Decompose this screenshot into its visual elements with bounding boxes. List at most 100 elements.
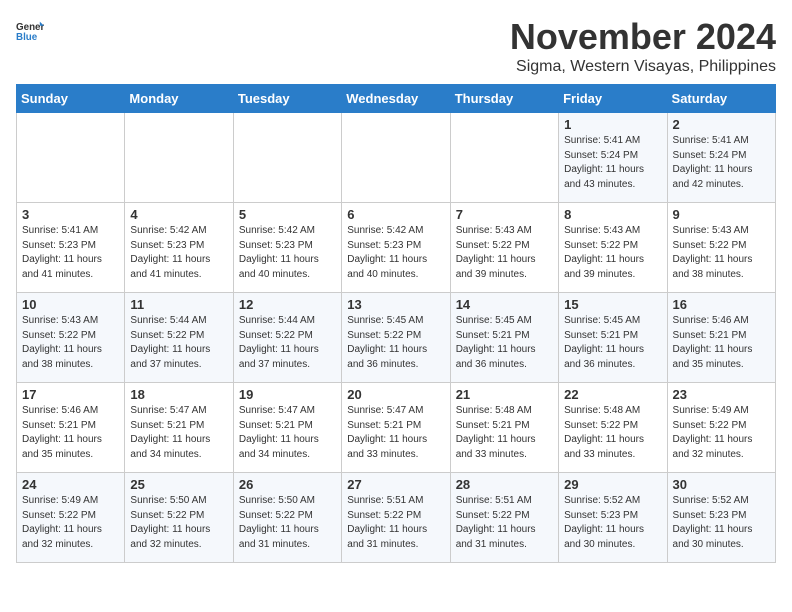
calendar-week-5: 24Sunrise: 5:49 AM Sunset: 5:22 PM Dayli… — [17, 473, 776, 563]
day-number: 28 — [456, 477, 553, 492]
day-info: Sunrise: 5:43 AM Sunset: 5:22 PM Dayligh… — [456, 224, 553, 282]
weekday-header-friday: Friday — [559, 85, 667, 113]
weekday-header-wednesday: Wednesday — [342, 85, 450, 113]
day-number: 26 — [239, 477, 336, 492]
day-number: 17 — [22, 387, 119, 402]
calendar-cell: 9 Sunrise: 5:43 AM Sunset: 5:22 PM Daylig… — [667, 203, 775, 293]
calendar-cell: 25 Sunrise: 5:50 AM Sunset: 5:22 PM Dayli… — [125, 473, 233, 563]
calendar-cell: 24Sunrise: 5:49 AM Sunset: 5:22 PM Dayli… — [17, 473, 125, 563]
day-number: 14 — [456, 297, 553, 312]
day-number: 2 — [673, 117, 770, 132]
day-info: Sunrise: 5:49 AM Sunset: 5:22 PM Dayligh… — [673, 404, 770, 462]
day-info: Sunrise: 5:47 AM Sunset: 5:21 PM Dayligh… — [347, 404, 444, 462]
day-info: Sunrise: 5:51 AM Sunset: 5:22 PM Dayligh… — [347, 494, 444, 552]
calendar-cell: 8 Sunrise: 5:43 AM Sunset: 5:22 PM Daylig… — [559, 203, 667, 293]
weekday-header-saturday: Saturday — [667, 85, 775, 113]
calendar-cell: 1 Sunrise: 5:41 AM Sunset: 5:24 PM Daylig… — [559, 113, 667, 203]
calendar-cell — [450, 113, 558, 203]
day-number: 25 — [130, 477, 227, 492]
day-number: 12 — [239, 297, 336, 312]
calendar-cell: 11 Sunrise: 5:44 AM Sunset: 5:22 PM Dayli… — [125, 293, 233, 383]
calendar-cell: 28 Sunrise: 5:51 AM Sunset: 5:22 PM Dayli… — [450, 473, 558, 563]
day-number: 29 — [564, 477, 661, 492]
calendar-week-4: 17 Sunrise: 5:46 AM Sunset: 5:21 PM Dayli… — [17, 383, 776, 473]
day-number: 15 — [564, 297, 661, 312]
day-info: Sunrise: 5:52 AM Sunset: 5:23 PM Dayligh… — [564, 494, 661, 552]
day-number: 6 — [347, 207, 444, 222]
calendar-cell: 21 Sunrise: 5:48 AM Sunset: 5:21 PM Dayli… — [450, 383, 558, 473]
day-number: 23 — [673, 387, 770, 402]
day-number: 8 — [564, 207, 661, 222]
weekday-header-tuesday: Tuesday — [233, 85, 341, 113]
calendar-week-1: 1 Sunrise: 5:41 AM Sunset: 5:24 PM Daylig… — [17, 113, 776, 203]
day-info: Sunrise: 5:45 AM Sunset: 5:22 PM Dayligh… — [347, 314, 444, 372]
day-info: Sunrise: 5:48 AM Sunset: 5:22 PM Dayligh… — [564, 404, 661, 462]
calendar-cell: 17 Sunrise: 5:46 AM Sunset: 5:21 PM Dayli… — [17, 383, 125, 473]
calendar-cell — [125, 113, 233, 203]
month-title: November 2024 — [510, 16, 776, 58]
day-info: Sunrise: 5:50 AM Sunset: 5:22 PM Dayligh… — [239, 494, 336, 552]
calendar-cell: 4 Sunrise: 5:42 AM Sunset: 5:23 PM Daylig… — [125, 203, 233, 293]
day-number: 16 — [673, 297, 770, 312]
day-info: Sunrise: 5:43 AM Sunset: 5:22 PM Dayligh… — [22, 314, 119, 372]
day-info: Sunrise: 5:52 AM Sunset: 5:23 PM Dayligh… — [673, 494, 770, 552]
calendar-cell: 15 Sunrise: 5:45 AM Sunset: 5:21 PM Dayli… — [559, 293, 667, 383]
calendar-cell: 6 Sunrise: 5:42 AM Sunset: 5:23 PM Daylig… — [342, 203, 450, 293]
day-info: Sunrise: 5:41 AM Sunset: 5:24 PM Dayligh… — [564, 134, 661, 192]
title-block: November 2024 Sigma, Western Visayas, Ph… — [510, 16, 776, 76]
calendar-table: SundayMondayTuesdayWednesdayThursdayFrid… — [16, 84, 776, 563]
day-info: Sunrise: 5:44 AM Sunset: 5:22 PM Dayligh… — [239, 314, 336, 372]
calendar-cell: 13 Sunrise: 5:45 AM Sunset: 5:22 PM Dayli… — [342, 293, 450, 383]
day-number: 13 — [347, 297, 444, 312]
calendar-cell: 12 Sunrise: 5:44 AM Sunset: 5:22 PM Dayli… — [233, 293, 341, 383]
calendar-cell: 3 Sunrise: 5:41 AM Sunset: 5:23 PM Daylig… — [17, 203, 125, 293]
day-number: 9 — [673, 207, 770, 222]
calendar-cell: 23 Sunrise: 5:49 AM Sunset: 5:22 PM Dayli… — [667, 383, 775, 473]
day-number: 3 — [22, 207, 119, 222]
day-info: Sunrise: 5:47 AM Sunset: 5:21 PM Dayligh… — [239, 404, 336, 462]
day-info: Sunrise: 5:43 AM Sunset: 5:22 PM Dayligh… — [564, 224, 661, 282]
day-info: Sunrise: 5:42 AM Sunset: 5:23 PM Dayligh… — [347, 224, 444, 282]
day-number: 18 — [130, 387, 227, 402]
day-number: 19 — [239, 387, 336, 402]
calendar-cell: 29 Sunrise: 5:52 AM Sunset: 5:23 PM Dayli… — [559, 473, 667, 563]
day-number: 21 — [456, 387, 553, 402]
svg-text:Blue: Blue — [16, 32, 38, 43]
weekday-header-thursday: Thursday — [450, 85, 558, 113]
day-info: Sunrise: 5:51 AM Sunset: 5:22 PM Dayligh… — [456, 494, 553, 552]
day-number: 20 — [347, 387, 444, 402]
calendar-cell: 7Sunrise: 5:43 AM Sunset: 5:22 PM Daylig… — [450, 203, 558, 293]
weekday-header-monday: Monday — [125, 85, 233, 113]
day-info: Sunrise: 5:41 AM Sunset: 5:23 PM Dayligh… — [22, 224, 119, 282]
day-number: 1 — [564, 117, 661, 132]
calendar-cell: 27Sunrise: 5:51 AM Sunset: 5:22 PM Dayli… — [342, 473, 450, 563]
day-info: Sunrise: 5:42 AM Sunset: 5:23 PM Dayligh… — [130, 224, 227, 282]
calendar-cell — [342, 113, 450, 203]
day-info: Sunrise: 5:50 AM Sunset: 5:22 PM Dayligh… — [130, 494, 227, 552]
calendar-cell: 22Sunrise: 5:48 AM Sunset: 5:22 PM Dayli… — [559, 383, 667, 473]
calendar-cell: 18Sunrise: 5:47 AM Sunset: 5:21 PM Dayli… — [125, 383, 233, 473]
day-info: Sunrise: 5:46 AM Sunset: 5:21 PM Dayligh… — [673, 314, 770, 372]
logo: General Blue — [16, 16, 44, 44]
calendar-week-2: 3 Sunrise: 5:41 AM Sunset: 5:23 PM Daylig… — [17, 203, 776, 293]
day-number: 30 — [673, 477, 770, 492]
logo-icon: General Blue — [16, 16, 44, 44]
calendar-cell: 10Sunrise: 5:43 AM Sunset: 5:22 PM Dayli… — [17, 293, 125, 383]
calendar-cell: 26 Sunrise: 5:50 AM Sunset: 5:22 PM Dayli… — [233, 473, 341, 563]
day-info: Sunrise: 5:41 AM Sunset: 5:24 PM Dayligh… — [673, 134, 770, 192]
day-number: 5 — [239, 207, 336, 222]
day-info: Sunrise: 5:44 AM Sunset: 5:22 PM Dayligh… — [130, 314, 227, 372]
day-info: Sunrise: 5:46 AM Sunset: 5:21 PM Dayligh… — [22, 404, 119, 462]
day-info: Sunrise: 5:45 AM Sunset: 5:21 PM Dayligh… — [564, 314, 661, 372]
day-info: Sunrise: 5:48 AM Sunset: 5:21 PM Dayligh… — [456, 404, 553, 462]
day-info: Sunrise: 5:42 AM Sunset: 5:23 PM Dayligh… — [239, 224, 336, 282]
day-info: Sunrise: 5:49 AM Sunset: 5:22 PM Dayligh… — [22, 494, 119, 552]
weekday-header-sunday: Sunday — [17, 85, 125, 113]
calendar-cell: 14Sunrise: 5:45 AM Sunset: 5:21 PM Dayli… — [450, 293, 558, 383]
calendar-cell: 2 Sunrise: 5:41 AM Sunset: 5:24 PM Daylig… — [667, 113, 775, 203]
calendar-cell: 5 Sunrise: 5:42 AM Sunset: 5:23 PM Daylig… — [233, 203, 341, 293]
day-info: Sunrise: 5:43 AM Sunset: 5:22 PM Dayligh… — [673, 224, 770, 282]
day-number: 11 — [130, 297, 227, 312]
calendar-cell — [233, 113, 341, 203]
day-number: 4 — [130, 207, 227, 222]
